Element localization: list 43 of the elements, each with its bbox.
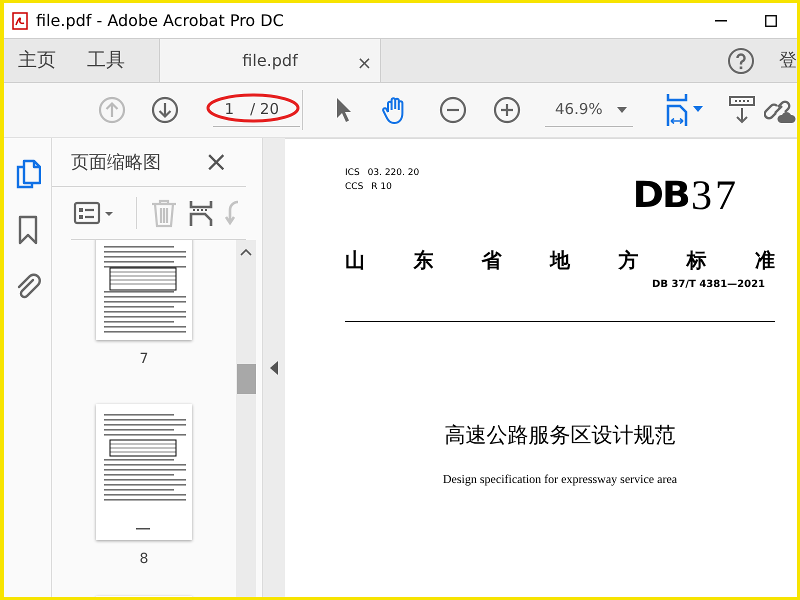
- document-subtitle: Design specification for expressway service area: [442, 470, 678, 488]
- bookmark-icon: [18, 215, 38, 245]
- maximize-icon: [765, 14, 777, 26]
- page-thumbnail[interactable]: [96, 404, 192, 540]
- logo-number: 37: [691, 179, 739, 213]
- app-logo-icon: [12, 12, 28, 30]
- ics-label: ICS: [345, 167, 360, 180]
- pages-icon: [14, 159, 40, 189]
- ics-code: 03. 220. 20: [368, 167, 420, 180]
- chevron-up-icon: [240, 248, 252, 256]
- page-number-field[interactable]: 1 / 20: [212, 93, 300, 127]
- scrollbar-thumb[interactable]: [236, 364, 256, 394]
- tab[interactable]: 主页: [4, 39, 70, 82]
- ccs-code: R 10: [371, 181, 392, 194]
- minimize-icon: [715, 20, 727, 22]
- panel-title: 页面缩略图: [71, 150, 161, 175]
- zoom-field[interactable]: 46.9%: [545, 93, 634, 127]
- tab[interactable]: file.pdf ×: [159, 39, 381, 82]
- arrow-up-icon: [98, 96, 126, 124]
- page-label: 8: [140, 550, 148, 569]
- logo-letters: DB: [632, 179, 688, 213]
- issuer-heading: 山东省地方标准: [345, 247, 775, 274]
- collapse-panel-button[interactable]: [270, 360, 278, 374]
- standard-code: DB 37/T 4381—2021: [651, 278, 765, 292]
- triangle-left-icon: [270, 360, 278, 374]
- arrow-down-icon: [150, 96, 179, 124]
- page-thumbnail[interactable]: [96, 240, 192, 340]
- page-label: 7: [140, 350, 148, 369]
- extract-pages-icon: [188, 199, 213, 228]
- close-tab-button[interactable]: ×: [356, 50, 372, 77]
- scroll-page-icon: [728, 95, 754, 125]
- ccs-label: CCS: [345, 181, 364, 194]
- help-icon: [727, 46, 755, 74]
- fit-page-icon: [665, 93, 704, 127]
- sign-in-link[interactable]: 登: [771, 39, 797, 82]
- document-title: 高速公路服务区设计规范: [444, 422, 676, 449]
- trash-icon: [150, 198, 178, 228]
- close-panel-button[interactable]: ×: [204, 148, 228, 176]
- minus-icon: [439, 96, 468, 124]
- window-title: file.pdf - Adobe Acrobat Pro DC: [36, 10, 284, 32]
- dropdown-caret-icon: [617, 106, 628, 112]
- tab[interactable]: 工具: [70, 39, 139, 82]
- plus-icon: [492, 96, 521, 124]
